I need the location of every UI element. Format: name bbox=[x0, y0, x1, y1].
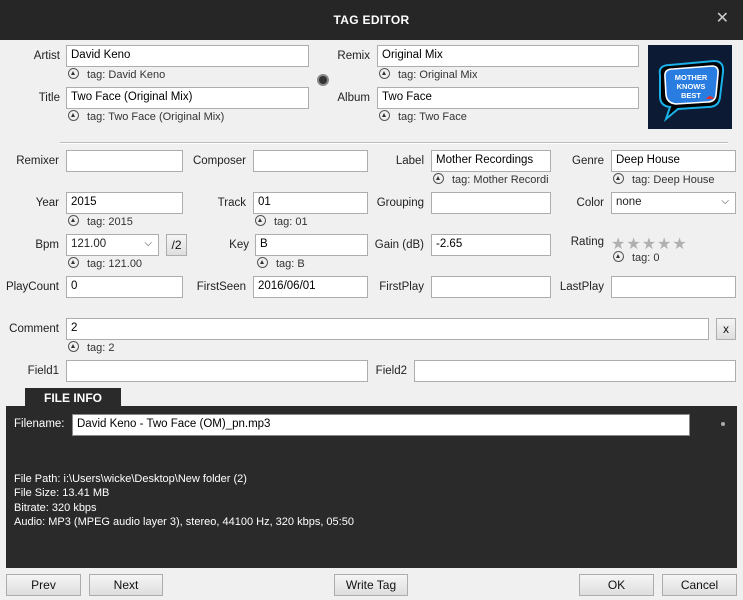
title-input[interactable]: Two Face (Original Mix) bbox=[66, 87, 309, 109]
file-audio: Audio: MP3 (MPEG audio layer 3), stereo,… bbox=[14, 515, 354, 528]
gain-input[interactable]: -2.65 bbox=[431, 234, 551, 256]
file-path: File Path: i:\Users\wicke\Desktop\New fo… bbox=[14, 473, 247, 485]
title-label: Title bbox=[38, 92, 60, 104]
remixer-input[interactable] bbox=[66, 150, 183, 172]
remix-label: Remix bbox=[337, 50, 370, 62]
genre-tag[interactable]: tag: Deep House bbox=[613, 173, 715, 186]
file-details: File Path: i:\Users\wicke\Desktop\New fo… bbox=[14, 472, 354, 529]
bpm-label: Bpm bbox=[35, 239, 59, 251]
lastplay-input[interactable] bbox=[611, 276, 736, 298]
comment-input[interactable]: 2 bbox=[66, 318, 709, 340]
prev-button[interactable]: Prev bbox=[6, 574, 81, 596]
year-input[interactable]: 2015 bbox=[66, 192, 183, 214]
copy-tag-icon[interactable] bbox=[613, 173, 624, 184]
grouping-input[interactable] bbox=[431, 192, 551, 214]
section-divider bbox=[60, 142, 728, 144]
lastplay-label: LastPlay bbox=[559, 281, 604, 293]
artist-input[interactable]: David Keno bbox=[66, 45, 309, 67]
copy-tag-icon[interactable] bbox=[68, 110, 79, 121]
label-label: Label bbox=[395, 155, 424, 167]
window-title: TAG EDITOR bbox=[333, 13, 410, 27]
rating-label: Rating bbox=[570, 236, 604, 248]
bpm-select[interactable]: 121.00 ⌵ bbox=[66, 234, 159, 256]
copy-tag-icon[interactable] bbox=[379, 110, 390, 121]
grouping-label: Grouping bbox=[376, 197, 424, 209]
filename-label: Filename: bbox=[14, 418, 65, 430]
file-info-panel: Filename: David Keno - Two Face (OM)_pn.… bbox=[6, 406, 737, 568]
label-input[interactable]: Mother Recordings bbox=[431, 150, 551, 172]
firstplay-label: FirstPlay bbox=[379, 281, 424, 293]
artist-tag[interactable]: tag: David Keno bbox=[68, 68, 165, 81]
cover-text-2: KNOWS bbox=[677, 82, 706, 91]
key-label: Key bbox=[229, 239, 249, 251]
genre-label: Genre bbox=[572, 155, 604, 167]
color-label: Color bbox=[576, 197, 604, 209]
remixer-label: Remixer bbox=[16, 155, 59, 167]
cancel-button[interactable]: Cancel bbox=[662, 574, 737, 596]
write-tag-button[interactable]: Write Tag bbox=[334, 574, 408, 596]
comment-label: Comment bbox=[9, 323, 59, 335]
ok-button[interactable]: OK bbox=[579, 574, 654, 596]
copy-tag-icon[interactable] bbox=[433, 173, 444, 184]
field2-label: Field2 bbox=[375, 365, 407, 377]
clear-comment-button[interactable]: x bbox=[716, 318, 736, 340]
file-size: File Size: 13.41 MB bbox=[14, 487, 110, 500]
composer-input[interactable] bbox=[253, 150, 368, 172]
cover-text-1: MOTHER bbox=[675, 73, 708, 82]
track-label: Track bbox=[217, 197, 246, 209]
copy-tag-icon[interactable] bbox=[255, 215, 266, 226]
cover-text-3: BEST bbox=[681, 91, 701, 100]
chevron-down-icon: ⌵ bbox=[144, 238, 152, 249]
options-dot-icon[interactable] bbox=[721, 422, 725, 426]
field1-input[interactable] bbox=[66, 360, 368, 382]
next-button[interactable]: Next bbox=[89, 574, 163, 596]
label-tag[interactable]: tag: Mother Recordi bbox=[433, 173, 551, 186]
cover-art[interactable]: MOTHER KNOWS BEST bbox=[648, 45, 732, 129]
firstseen-input[interactable]: 2016/06/01 bbox=[253, 276, 368, 298]
year-label: Year bbox=[35, 197, 59, 209]
bpm-tag[interactable]: tag: 121.00 bbox=[68, 257, 142, 270]
key-input[interactable]: B bbox=[255, 234, 368, 256]
year-tag[interactable]: tag: 2015 bbox=[68, 215, 133, 228]
copy-tag-icon[interactable] bbox=[68, 257, 79, 268]
album-input[interactable]: Two Face bbox=[377, 87, 639, 109]
title-tag[interactable]: tag: Two Face (Original Mix) bbox=[68, 110, 224, 123]
field1-label: Field1 bbox=[27, 365, 59, 377]
copy-tag-icon[interactable] bbox=[68, 215, 79, 226]
album-label: Album bbox=[337, 92, 370, 104]
comment-tag[interactable]: tag: 2 bbox=[68, 341, 115, 354]
rating-tag[interactable]: tag: 0 bbox=[613, 251, 660, 264]
genre-input[interactable]: Deep House bbox=[611, 150, 736, 172]
star-icon[interactable]: ★ bbox=[672, 234, 686, 253]
color-select[interactable]: none ⌵ bbox=[611, 192, 736, 214]
composer-label: Composer bbox=[192, 155, 246, 167]
filename-input[interactable]: David Keno - Two Face (OM)_pn.mp3 bbox=[72, 414, 690, 436]
album-tag[interactable]: tag: Two Face bbox=[379, 110, 467, 123]
cover-art-image: MOTHER KNOWS BEST bbox=[648, 45, 732, 129]
track-tag[interactable]: tag: 01 bbox=[255, 215, 308, 228]
close-icon[interactable]: ✕ bbox=[716, 11, 729, 27]
field2-input[interactable] bbox=[414, 360, 736, 382]
copy-tag-icon[interactable] bbox=[613, 251, 624, 262]
remix-tag[interactable]: tag: Original Mix bbox=[379, 68, 477, 81]
copy-tag-icon[interactable] bbox=[379, 68, 390, 79]
track-input[interactable]: 01 bbox=[253, 192, 368, 214]
firstseen-label: FirstSeen bbox=[196, 281, 246, 293]
copy-tag-icon[interactable] bbox=[68, 68, 79, 79]
remix-input[interactable]: Original Mix bbox=[377, 45, 639, 67]
playcount-input[interactable]: 0 bbox=[66, 276, 183, 298]
artist-label: Artist bbox=[33, 50, 60, 62]
firstplay-input[interactable] bbox=[431, 276, 551, 298]
file-bitrate: Bitrate: 320 kbps bbox=[14, 501, 97, 514]
copy-tag-icon[interactable] bbox=[68, 341, 79, 352]
gain-label: Gain (dB) bbox=[374, 239, 424, 251]
playcount-label: PlayCount bbox=[5, 281, 59, 293]
copy-tag-icon[interactable] bbox=[257, 257, 268, 268]
key-tag[interactable]: tag: B bbox=[257, 257, 305, 270]
swap-dot-icon[interactable] bbox=[317, 74, 329, 86]
file-info-tab[interactable]: FILE INFO bbox=[25, 388, 121, 408]
chevron-down-icon: ⌵ bbox=[721, 196, 729, 207]
title-bar: TAG EDITOR ✕ bbox=[0, 0, 743, 40]
